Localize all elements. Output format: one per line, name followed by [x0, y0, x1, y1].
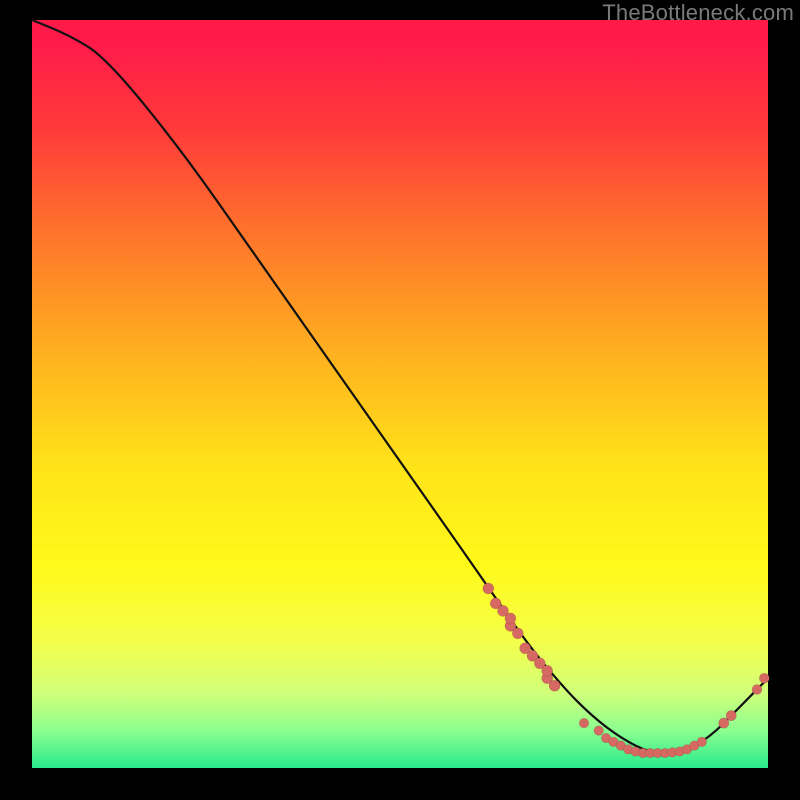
- chart-overlay-svg: [32, 20, 768, 768]
- data-point: [752, 685, 762, 695]
- data-point: [549, 680, 560, 691]
- data-point: [579, 718, 589, 728]
- data-point: [697, 737, 707, 747]
- data-point: [512, 628, 523, 639]
- data-point: [542, 665, 553, 676]
- data-point: [505, 613, 516, 624]
- data-point: [483, 583, 494, 594]
- data-points: [483, 583, 770, 758]
- data-point: [759, 673, 769, 683]
- chart-stage: TheBottleneck.com: [0, 0, 800, 800]
- data-point: [726, 710, 736, 720]
- watermark-text: TheBottleneck.com: [602, 0, 794, 26]
- bottleneck-curve: [32, 20, 768, 753]
- data-point: [594, 726, 604, 736]
